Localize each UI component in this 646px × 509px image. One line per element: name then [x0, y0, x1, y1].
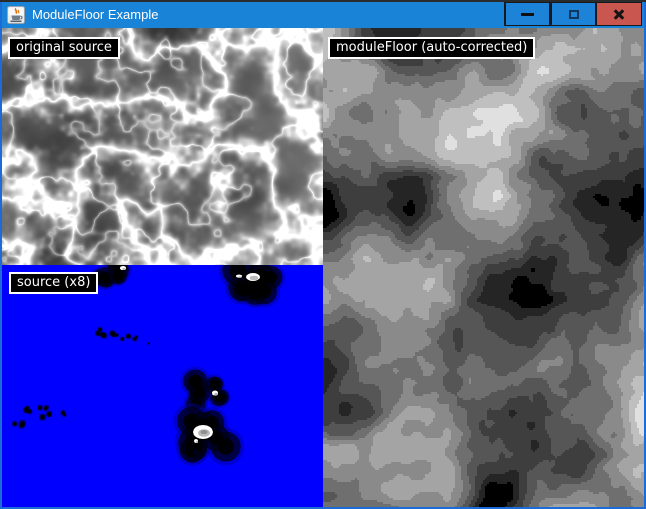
original-source-image	[2, 28, 323, 265]
source-x8-image	[2, 265, 323, 507]
close-icon	[612, 7, 626, 21]
minimize-button[interactable]	[504, 2, 550, 26]
source-x8-label: source (x8)	[9, 272, 98, 294]
window-title: ModuleFloor Example	[32, 2, 158, 28]
minimize-icon	[521, 13, 534, 16]
app-window: ModuleFloor Example original source modu…	[0, 0, 646, 509]
maximize-icon	[569, 10, 579, 19]
module-floor-image	[323, 28, 644, 507]
module-floor-label: moduleFloor (auto-corrected)	[328, 37, 535, 59]
window-controls	[504, 2, 642, 28]
original-source-label: original source	[8, 37, 120, 59]
maximize-button[interactable]	[550, 2, 596, 26]
title-bar[interactable]: ModuleFloor Example	[2, 2, 644, 28]
java-coffee-cup-icon	[7, 6, 25, 24]
close-button[interactable]	[596, 2, 642, 26]
